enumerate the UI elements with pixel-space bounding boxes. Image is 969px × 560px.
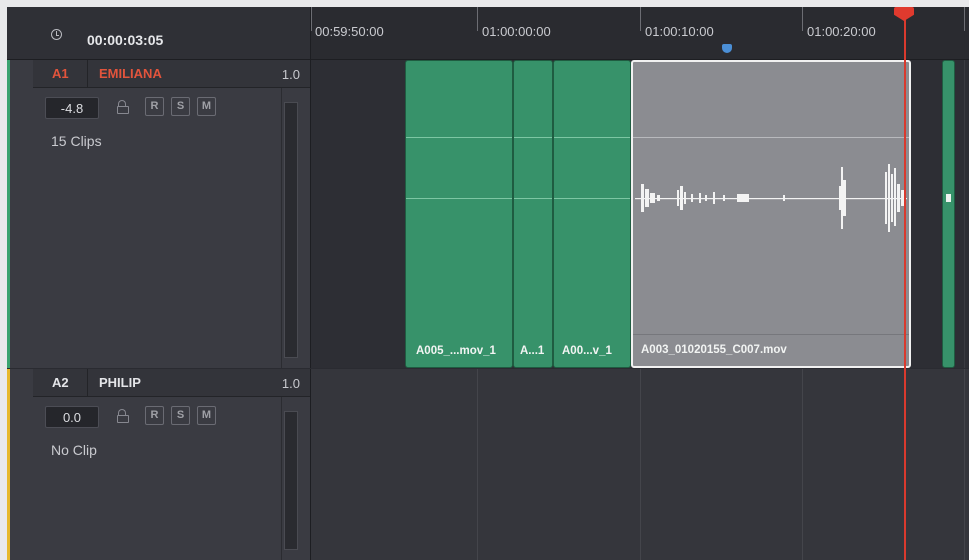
track-color-bar <box>7 369 10 560</box>
ruler-tick <box>640 7 641 31</box>
audio-clip[interactable]: A005_...mov_1 <box>405 60 513 368</box>
track-title-bar: A2 PHILIP 1.0 <box>33 369 310 397</box>
audio-clip[interactable] <box>942 60 955 368</box>
volume-field[interactable]: 0.0 <box>45 406 99 428</box>
track-name[interactable]: PHILIP <box>99 375 141 390</box>
divider <box>87 369 88 396</box>
track-controls: 0.0 R S M No Clip <box>33 397 282 560</box>
volume-field[interactable]: -4.8 <box>45 97 99 119</box>
ruler-tick <box>477 7 478 31</box>
record-arm-button[interactable]: R <box>145 406 164 425</box>
audio-level-line <box>514 137 552 138</box>
clock-icon <box>51 29 62 40</box>
track-lane-a2[interactable] <box>311 369 969 560</box>
record-arm-button[interactable]: R <box>145 97 164 116</box>
ruler-tick <box>802 7 803 31</box>
clip-label: A00...v_1 <box>562 345 612 357</box>
ruler-tick <box>311 7 312 31</box>
timeline-marker[interactable] <box>722 44 732 53</box>
grid-line <box>477 369 478 560</box>
waveform-baseline <box>554 198 630 199</box>
track-id: A2 <box>52 375 69 390</box>
track-lane-a1[interactable]: A005_...mov_1 A...1 A00...v_1 A003_01020… <box>311 60 969 368</box>
clip-count: No Clip <box>51 442 97 458</box>
track-header-a1: A1 EMILIANA 1.0 -4.8 R S M 15 Clips <box>7 60 311 368</box>
ruler-label: 01:00:00:00 <box>482 24 551 39</box>
ruler-tick <box>964 7 965 31</box>
clip-count: 15 Clips <box>51 133 102 149</box>
ruler-label: 01:00:20:00 <box>807 24 876 39</box>
clip-label: A005_...mov_1 <box>416 345 496 357</box>
lock-icon[interactable] <box>117 409 129 423</box>
solo-button[interactable]: S <box>171 406 190 425</box>
ruler-label: 01:00:10:00 <box>645 24 714 39</box>
audio-meter <box>284 411 298 550</box>
audio-waveform <box>635 164 907 232</box>
audio-meter <box>284 102 298 358</box>
track-controls: -4.8 R S M 15 Clips <box>33 88 282 368</box>
audio-level-line <box>406 137 512 138</box>
solo-button[interactable]: S <box>171 97 190 116</box>
timeline-ruler[interactable]: 00:59:50:00 01:00:00:00 01:00:10:00 01:0… <box>311 7 969 60</box>
audio-clip-selected[interactable]: A003_01020155_C007.mov <box>631 60 911 368</box>
track-name[interactable]: EMILIANA <box>99 66 162 81</box>
playhead-line[interactable] <box>904 18 906 560</box>
clip-label: A003_01020155_C007.mov <box>641 344 787 356</box>
waveform-baseline <box>514 198 552 199</box>
grid-line <box>640 369 641 560</box>
track-level: 1.0 <box>281 376 300 391</box>
divider <box>87 60 88 87</box>
waveform-peak <box>946 194 951 202</box>
mute-button[interactable]: M <box>197 406 216 425</box>
track-level: 1.0 <box>281 67 300 82</box>
grid-line <box>802 369 803 560</box>
ruler-label: 00:59:50:00 <box>315 24 384 39</box>
track-title-bar: A1 EMILIANA 1.0 <box>33 60 310 88</box>
clip-label: A...1 <box>520 345 545 357</box>
timeline-panel: 00:00:03:05 00:59:50:00 01:00:00:00 01:0… <box>7 7 969 560</box>
timeline-header: 00:00:03:05 <box>7 7 311 60</box>
audio-level-line <box>554 137 630 138</box>
audio-clip[interactable]: A00...v_1 <box>553 60 631 368</box>
timecode-display[interactable]: 00:00:03:05 <box>87 32 163 48</box>
grid-line <box>964 60 965 368</box>
track-header-a2: A2 PHILIP 1.0 0.0 R S M No Clip <box>7 369 311 560</box>
audio-clip[interactable]: A...1 <box>513 60 553 368</box>
track-color-bar <box>7 60 10 368</box>
mute-button[interactable]: M <box>197 97 216 116</box>
waveform-baseline <box>406 198 512 199</box>
track-id: A1 <box>52 66 69 81</box>
lock-icon[interactable] <box>117 100 129 114</box>
grid-line <box>964 369 965 560</box>
